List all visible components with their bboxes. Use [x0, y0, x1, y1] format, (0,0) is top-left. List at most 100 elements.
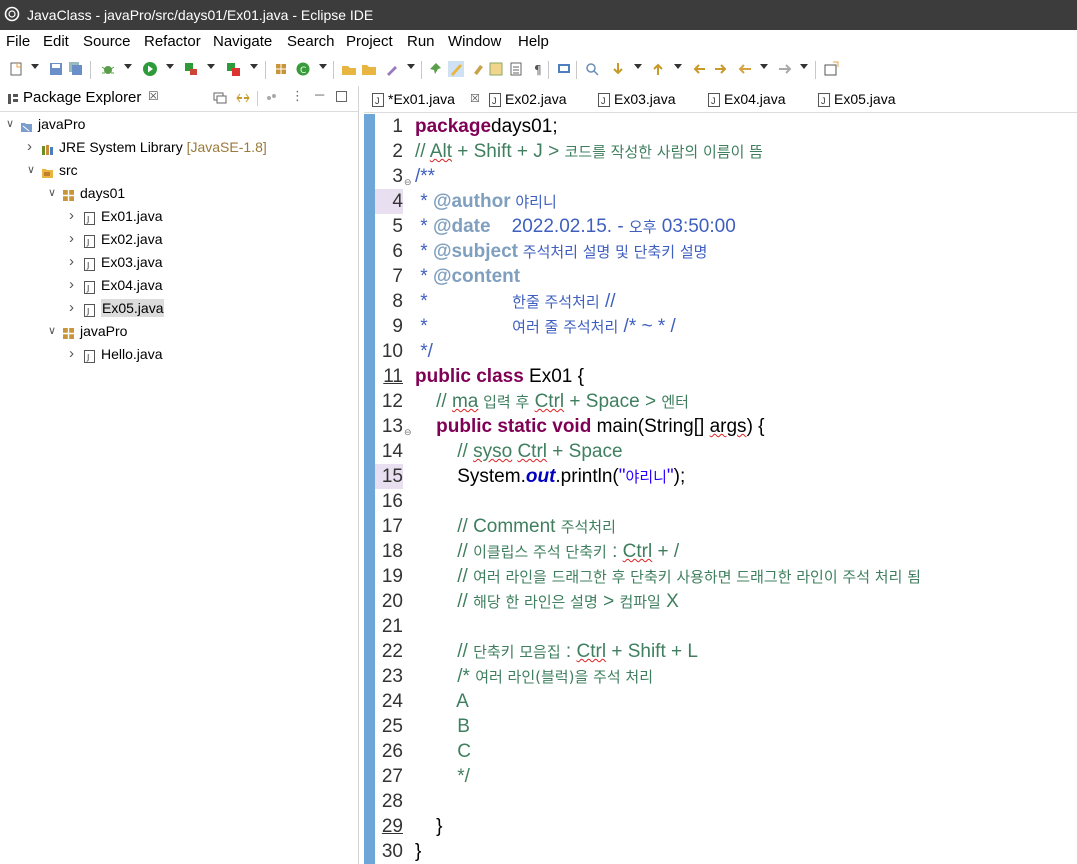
tree-item[interactable]: › J Hello.java [0, 343, 358, 365]
next-annotation-icon[interactable] [610, 61, 626, 77]
source-folder-icon [41, 163, 54, 178]
editor-tab-label: Ex04.java [724, 91, 786, 107]
back-icon[interactable] [713, 61, 729, 77]
dropdown-arrow-icon[interactable] [407, 64, 415, 69]
view-menu-icon[interactable]: ⋮ [291, 88, 304, 104]
navigate-forward-icon[interactable] [777, 61, 793, 77]
open-type-icon[interactable] [341, 61, 357, 77]
toggle-mark-occurrences-icon[interactable] [448, 61, 464, 77]
task-list-icon[interactable] [556, 61, 572, 77]
tree-item[interactable]: › J Ex03.java [0, 251, 358, 273]
debug-icon[interactable] [100, 61, 116, 77]
expand-right-icon[interactable]: › [69, 205, 74, 227]
annotation-icon[interactable] [488, 61, 504, 77]
line-number: 8 [392, 291, 403, 312]
maximize-icon[interactable] [336, 91, 347, 102]
menu-source[interactable]: Source [83, 33, 131, 50]
menu-window[interactable]: Window [448, 33, 501, 50]
expand-down-icon[interactable]: ∨ [48, 182, 56, 204]
expand-down-icon[interactable]: ∨ [6, 113, 14, 135]
menu-search[interactable]: Search [287, 33, 335, 50]
dropdown-arrow-icon[interactable] [166, 64, 174, 69]
coverage-icon[interactable] [183, 61, 199, 77]
code-text: * 한줄 주석처리 // [415, 289, 615, 315]
open-perspective-icon[interactable] [823, 61, 839, 77]
dropdown-arrow-icon[interactable] [800, 64, 808, 69]
menu-project[interactable]: Project [346, 33, 393, 50]
dropdown-arrow-icon[interactable] [31, 64, 39, 69]
code-line: 23 /* 여러 라인(블럭)을 주석 처리 [375, 664, 1077, 689]
dropdown-arrow-icon[interactable] [674, 64, 682, 69]
search-tool-icon[interactable] [384, 61, 400, 77]
navigate-back-icon[interactable] [737, 61, 753, 77]
java-file-icon: J [83, 278, 96, 294]
expand-right-icon[interactable]: › [69, 343, 74, 365]
svg-text:¶: ¶ [534, 63, 542, 77]
expand-down-icon[interactable]: ∨ [48, 320, 56, 342]
show-whitespace-icon[interactable]: ¶ [530, 61, 546, 77]
open-folder-icon[interactable] [361, 61, 377, 77]
tree-item[interactable]: › JRE System Library [JavaSE-1.8] [0, 136, 358, 158]
code-line: 10 */ [375, 339, 1077, 364]
run-icon[interactable] [142, 61, 158, 77]
code-text: * @date 2022.02.15. - 오후 03:50:00 [415, 214, 736, 240]
focus-icon[interactable] [265, 92, 277, 104]
code-token: C [415, 741, 471, 762]
code-token: : [560, 641, 577, 662]
menu-help[interactable]: Help [518, 33, 549, 50]
menu-run[interactable]: Run [407, 33, 435, 50]
code-line: 3 ⊖/** [375, 164, 1077, 189]
tree-item[interactable]: › J Ex04.java [0, 274, 358, 296]
code-line: 18 // 이클립스 주석 단축키 : Ctrl + / [375, 539, 1077, 564]
dropdown-arrow-icon[interactable] [124, 64, 132, 69]
code-token: main(String[] [591, 416, 710, 437]
dropdown-arrow-icon[interactable] [634, 64, 642, 69]
tree-item[interactable]: ∨ javaPro [0, 320, 358, 342]
link-with-editor-icon[interactable] [235, 91, 251, 105]
expand-right-icon[interactable]: › [69, 228, 74, 250]
code-token: ma [451, 391, 479, 412]
code-line: 17 // Comment 주석처리 [375, 514, 1077, 539]
tree-item[interactable]: ∨ src [0, 159, 358, 181]
external-tools-icon[interactable] [225, 61, 241, 77]
save-all-icon[interactable] [68, 61, 84, 77]
line-number: 16 [381, 491, 403, 512]
line-number: 15 [375, 464, 403, 489]
dropdown-arrow-icon[interactable] [760, 64, 768, 69]
code-text: // syso Ctrl + Space [415, 439, 622, 464]
expand-right-icon[interactable]: › [27, 136, 32, 158]
last-edit-location-icon[interactable] [691, 61, 707, 77]
tree-item[interactable]: › J Ex05.java [0, 297, 358, 319]
pin-icon[interactable] [428, 61, 444, 77]
menu-navigate[interactable]: Navigate [213, 33, 272, 50]
new-java-package-icon[interactable] [273, 61, 289, 77]
tree-item[interactable]: ∨ days01 [0, 182, 358, 204]
expand-right-icon[interactable]: › [69, 274, 74, 296]
highlight-icon[interactable] [470, 61, 486, 77]
package-explorer-tab[interactable]: Package Explorer ☒ ⋮ ─ [0, 86, 358, 112]
code-token: } [415, 816, 443, 837]
collapse-all-icon[interactable] [213, 92, 227, 104]
new-file-icon[interactable] [8, 61, 24, 77]
menu-file[interactable]: File [6, 33, 30, 50]
dropdown-arrow-icon[interactable] [250, 64, 258, 69]
close-icon[interactable]: ☒ [148, 89, 159, 103]
code-line: 1 packagedays01; [375, 114, 1077, 139]
expand-right-icon[interactable]: › [69, 251, 74, 273]
minimize-icon[interactable]: ─ [315, 87, 324, 102]
previous-annotation-icon[interactable] [650, 61, 666, 77]
save-icon[interactable] [48, 61, 64, 77]
tree-item[interactable]: › J Ex02.java [0, 228, 358, 250]
dropdown-arrow-icon[interactable] [207, 64, 215, 69]
tree-item[interactable]: › J Ex01.java [0, 205, 358, 227]
expand-right-icon[interactable]: › [69, 297, 74, 319]
menu-edit[interactable]: Edit [43, 33, 69, 50]
expand-down-icon[interactable]: ∨ [27, 159, 35, 181]
block-selection-icon[interactable] [508, 61, 524, 77]
new-java-class-icon[interactable]: C [295, 61, 311, 77]
search-glass-icon[interactable] [584, 61, 600, 77]
close-icon[interactable]: ☒ [470, 86, 480, 112]
menu-refactor[interactable]: Refactor [144, 33, 201, 50]
dropdown-arrow-icon[interactable] [319, 64, 327, 69]
tree-item[interactable]: ∨ javaPro [0, 113, 358, 135]
